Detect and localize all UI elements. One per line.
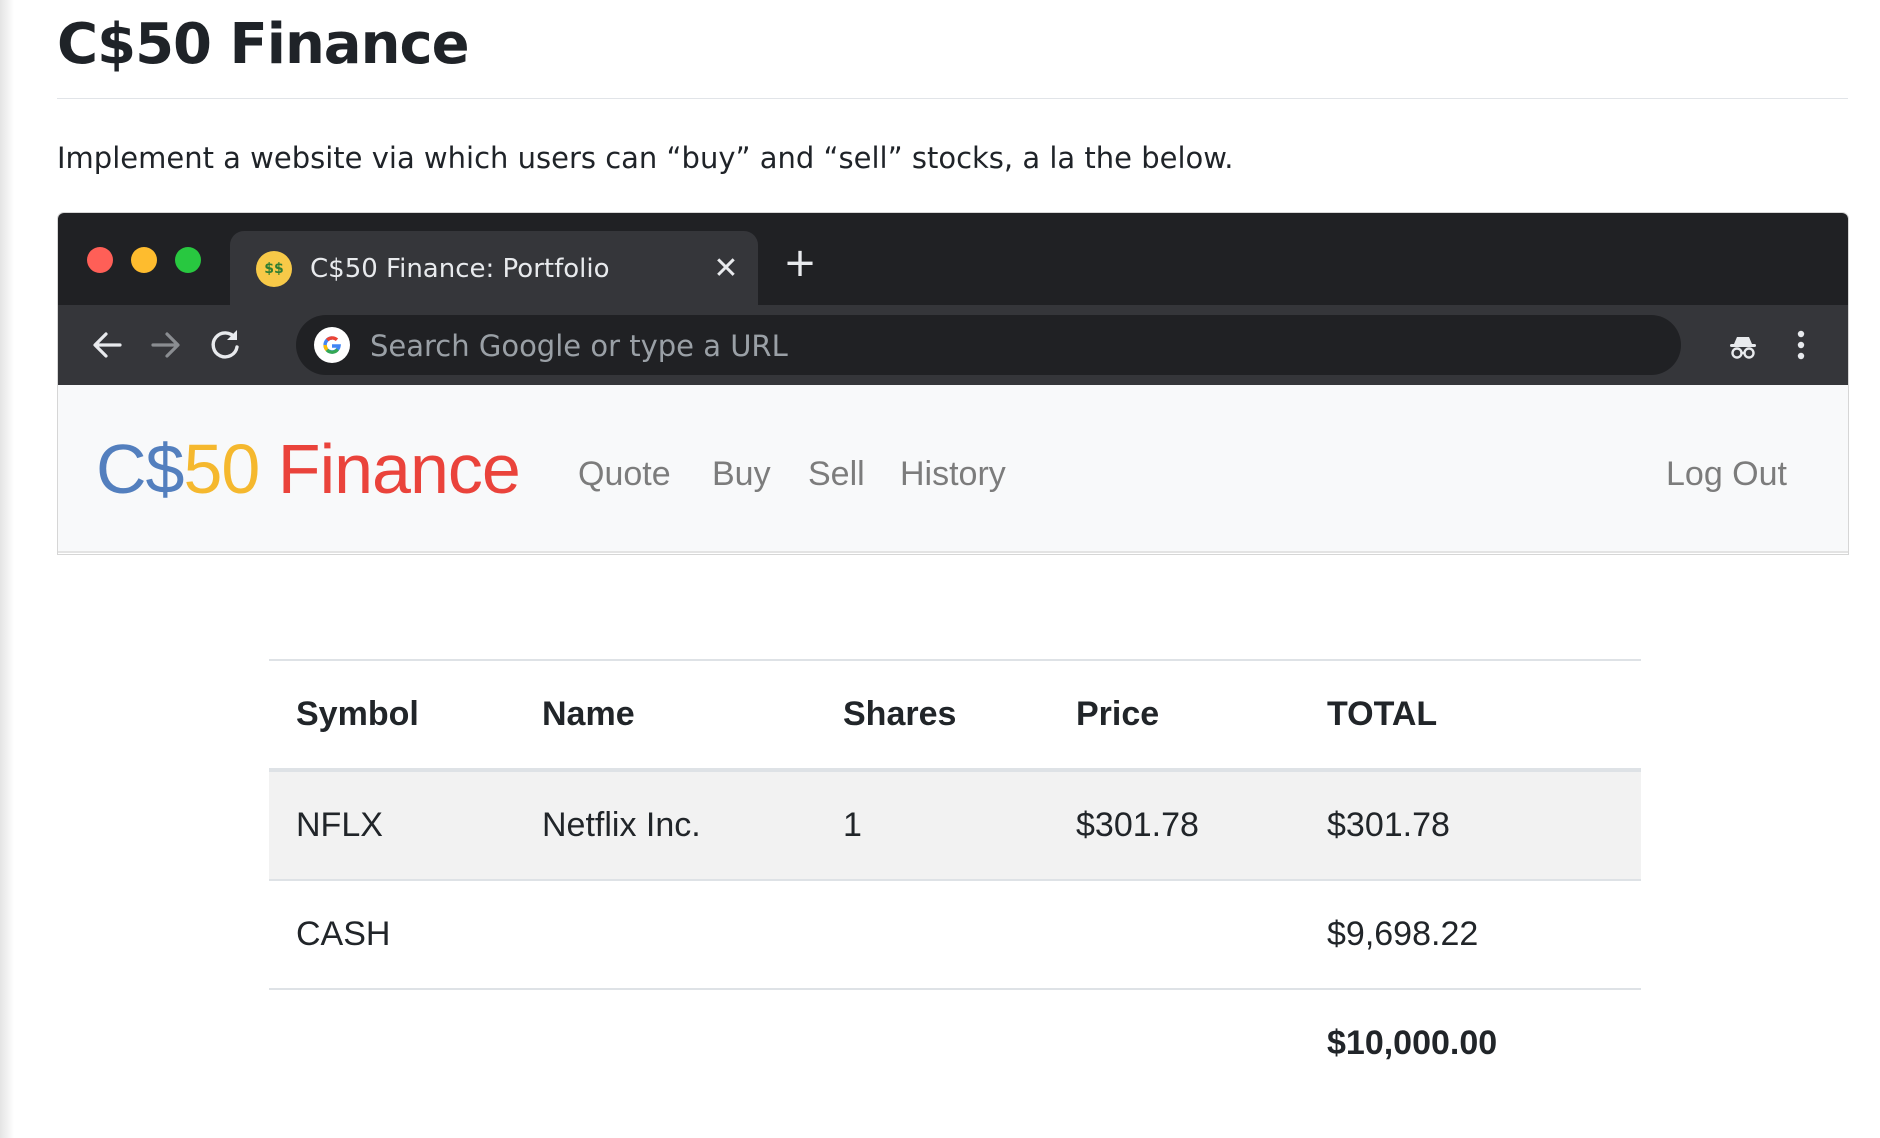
title-divider: [57, 98, 1848, 99]
nav-link-history[interactable]: History: [900, 453, 1006, 495]
table-row: NFLX Netflix Inc. 1 $301.78 $301.78: [269, 769, 1641, 880]
google-icon: [314, 327, 350, 363]
empty-cell: [269, 988, 515, 1097]
back-arrow-icon[interactable]: [84, 322, 130, 368]
empty-cell: [515, 988, 816, 1097]
address-bar[interactable]: [296, 315, 1681, 377]
cell-total: $301.78: [1300, 769, 1641, 880]
forward-arrow-icon[interactable]: [143, 322, 189, 368]
address-input[interactable]: [368, 315, 1652, 377]
grand-total-row: $10,000.00: [269, 988, 1641, 1097]
empty-cell: [1049, 988, 1300, 1097]
nav-link-logout[interactable]: Log Out: [1666, 453, 1787, 495]
empty-cell: [1049, 879, 1300, 989]
new-tab-button[interactable]: +: [780, 243, 820, 283]
close-window-button[interactable]: [87, 247, 113, 273]
cash-amount: $9,698.22: [1300, 879, 1641, 989]
column-header-price: Price: [1049, 659, 1300, 772]
cell-price: $301.78: [1049, 769, 1300, 880]
empty-cell: [515, 879, 816, 989]
tab-close-icon[interactable]: ✕: [710, 249, 742, 289]
portfolio-table: Symbol Name Shares Price TOTAL NFLX Netf…: [269, 659, 1641, 1097]
nav-link-quote[interactable]: Quote: [578, 453, 671, 495]
nav-link-buy[interactable]: Buy: [712, 453, 771, 495]
intro-paragraph: Implement a website via which users can …: [57, 141, 1234, 175]
reload-icon[interactable]: [202, 322, 248, 368]
cash-row: CASH $9,698.22: [269, 879, 1641, 989]
browser-toolbar: [58, 305, 1848, 385]
nav-link-sell[interactable]: Sell: [808, 453, 865, 495]
column-header-symbol: Symbol: [269, 659, 515, 772]
tab-title: C$50 Finance: Portfolio: [310, 254, 610, 284]
brand-part-50: 50: [183, 430, 260, 508]
site-navbar: C$50 Finance Quote Buy Sell History Log …: [58, 385, 1848, 553]
empty-cell: [816, 988, 1049, 1097]
page-title: C$50 Finance: [57, 12, 470, 77]
column-header-shares: Shares: [816, 659, 1049, 772]
browser-screenshot: $$ C$50 Finance: Portfolio ✕ + Search Go…: [58, 213, 1848, 554]
column-header-name: Name: [515, 659, 816, 772]
grand-total-amount: $10,000.00: [1300, 988, 1641, 1097]
browser-tab-strip: $$ C$50 Finance: Portfolio ✕ +: [58, 213, 1848, 305]
empty-cell: [816, 879, 1049, 989]
money-mouth-face-icon: $$: [256, 251, 292, 287]
more-vert-icon[interactable]: [1778, 322, 1824, 368]
brand-logo-link[interactable]: C$50 Finance: [96, 429, 521, 509]
cell-symbol: NFLX: [269, 769, 515, 880]
browser-tab[interactable]: $$ C$50 Finance: Portfolio ✕: [230, 231, 758, 305]
page-left-shadow: [0, 0, 14, 1138]
cash-label: CASH: [269, 879, 515, 989]
brand-part-c: C$: [96, 430, 184, 508]
table-header-row: Symbol Name Shares Price TOTAL: [269, 659, 1641, 772]
column-header-total: TOTAL: [1300, 659, 1641, 772]
cell-shares: 1: [816, 769, 1049, 880]
brand-part-finance: Finance: [259, 430, 521, 508]
maximize-window-button[interactable]: [175, 247, 201, 273]
cell-name: Netflix Inc.: [515, 769, 816, 880]
incognito-icon[interactable]: [1720, 322, 1766, 368]
minimize-window-button[interactable]: [131, 247, 157, 273]
